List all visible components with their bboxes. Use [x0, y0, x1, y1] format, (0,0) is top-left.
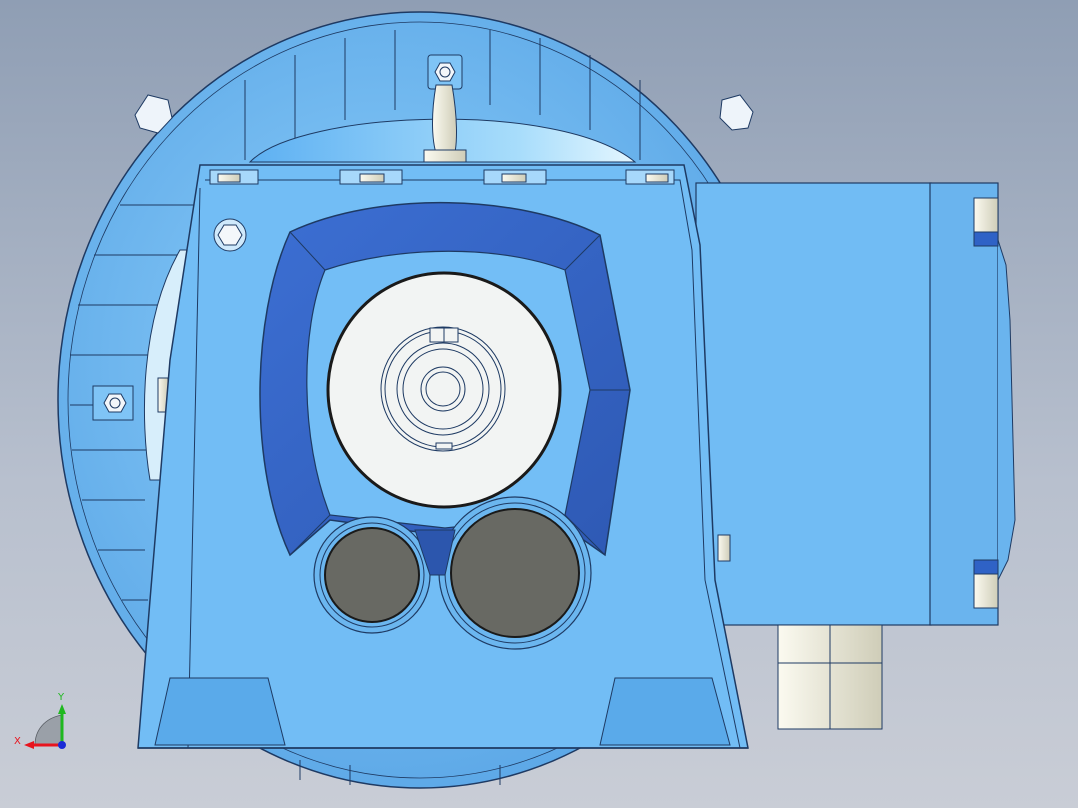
- cad-viewport[interactable]: Y X: [0, 0, 1078, 808]
- gear-motor-model[interactable]: Y X: [0, 0, 1078, 808]
- shaft-cover: [326, 271, 562, 509]
- hex-bolt-icon: [213, 218, 247, 252]
- y-axis-label: Y: [57, 692, 65, 703]
- plug-left: [313, 516, 431, 634]
- terminal-box: [695, 182, 1016, 730]
- coordinate-triad-icon: Y X: [14, 692, 66, 749]
- plug-right: [438, 496, 592, 650]
- x-axis-label: X: [14, 736, 21, 747]
